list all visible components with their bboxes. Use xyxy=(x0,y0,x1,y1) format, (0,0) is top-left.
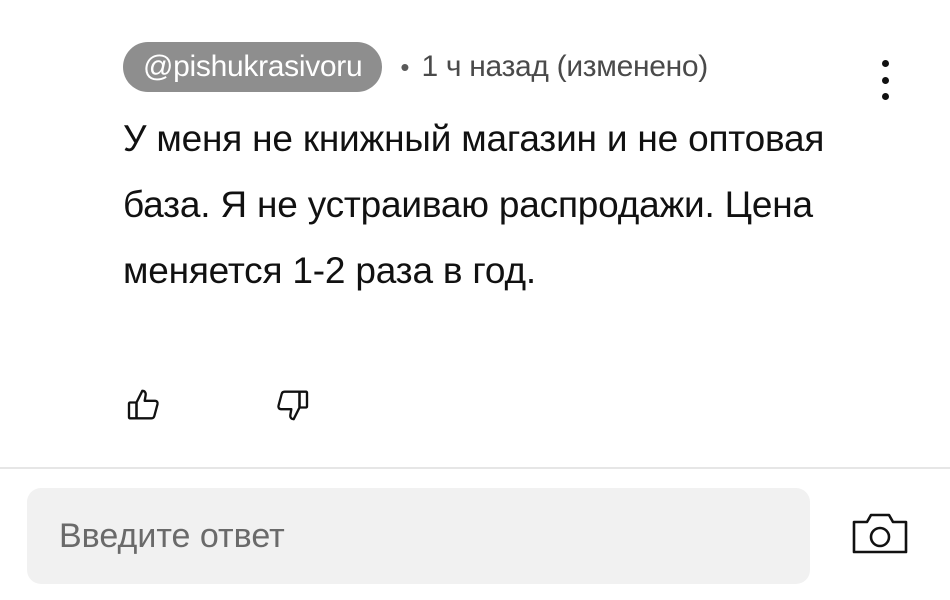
thumbs-up-icon xyxy=(127,389,159,420)
divider xyxy=(0,467,950,469)
author-chip[interactable]: @pishukrasivoru xyxy=(123,42,383,92)
more-options-button[interactable] xyxy=(872,60,898,100)
like-button[interactable] xyxy=(122,383,166,427)
reply-input[interactable] xyxy=(27,488,810,584)
dislike-button[interactable] xyxy=(270,383,314,427)
comment-text: У меня не книжный магазин и не оптовая б… xyxy=(123,118,825,291)
comment-timestamp: 1 ч назад (изменено) xyxy=(421,50,708,83)
camera-icon xyxy=(852,513,908,554)
comment-actions xyxy=(122,383,314,427)
thumbs-down-icon xyxy=(277,390,309,421)
comment-thread-screen: @pishukrasivoru • 1 ч назад (изменено) У… xyxy=(0,0,950,600)
comment-meta: @pishukrasivoru • 1 ч назад (изменено) xyxy=(123,42,903,92)
meta-separator: • xyxy=(400,51,410,82)
more-vertical-icon xyxy=(881,60,889,67)
camera-button[interactable] xyxy=(850,510,910,556)
comment: @pishukrasivoru • 1 ч назад (изменено) У… xyxy=(123,42,903,304)
